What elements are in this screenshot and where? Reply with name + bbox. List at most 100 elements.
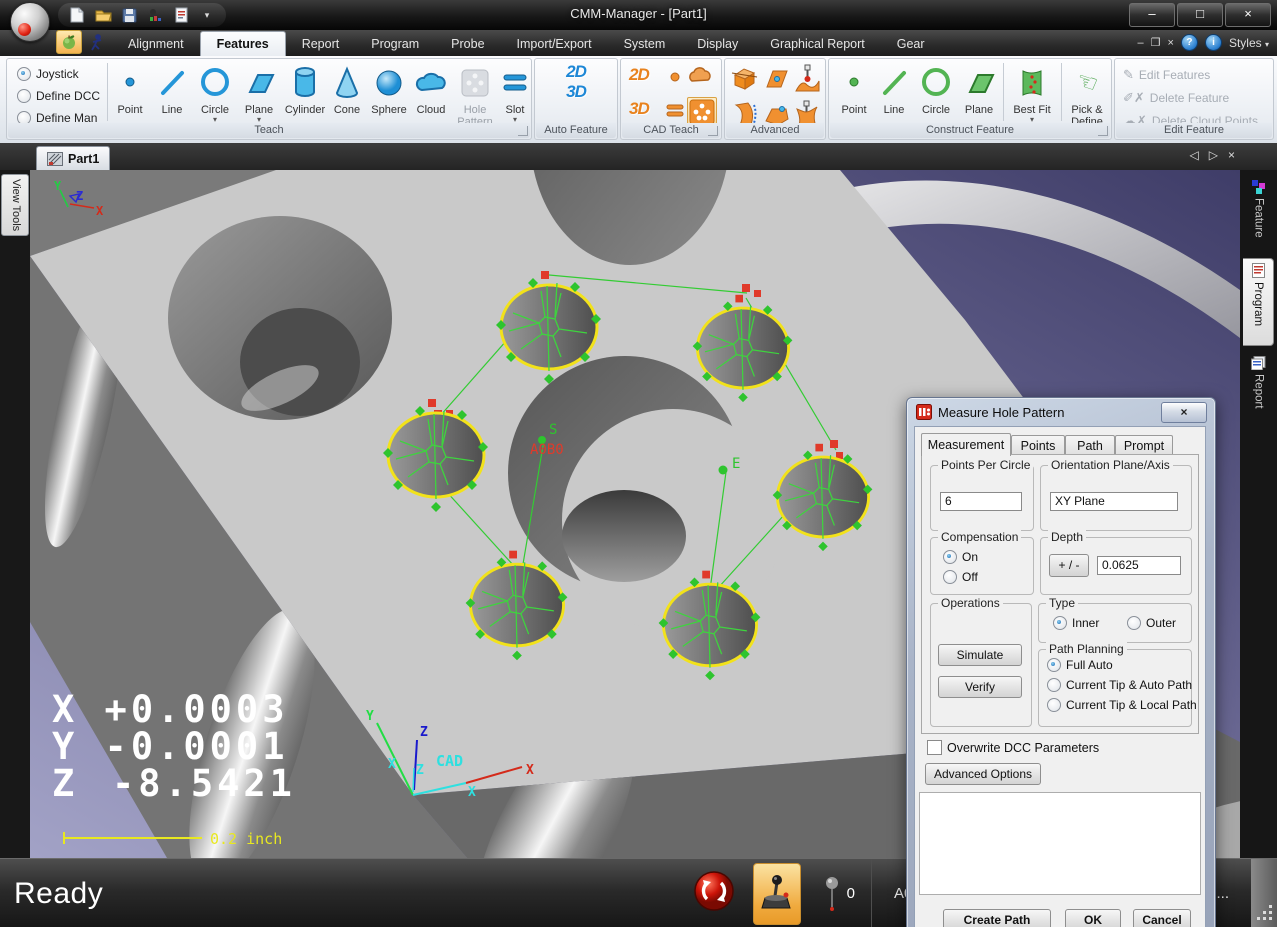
- mode-define-dcc[interactable]: Define DCC: [17, 89, 100, 103]
- resize-grip[interactable]: [1251, 859, 1277, 927]
- construct-dialog-launcher[interactable]: [1098, 126, 1108, 136]
- tab-graphical-report[interactable]: Graphical Report: [754, 32, 881, 56]
- teach-dialog-launcher[interactable]: [518, 126, 528, 136]
- tab-probe[interactable]: Probe: [435, 32, 500, 56]
- construct-best-fit-button[interactable]: Best Fit▾: [1007, 62, 1057, 126]
- cancel-button[interactable]: Cancel: [1133, 909, 1191, 927]
- depth-sign-button[interactable]: + / -: [1049, 554, 1089, 577]
- overwrite-dcc-checkbox[interactable]: [927, 740, 942, 755]
- cad-teach-slot-button[interactable]: [665, 103, 685, 119]
- dialog-tab-points[interactable]: Points: [1011, 435, 1065, 456]
- help-icon[interactable]: ?: [1181, 34, 1198, 51]
- child-close-icon[interactable]: ×: [1168, 37, 1174, 49]
- advanced-probe-surface-button[interactable]: [794, 63, 820, 93]
- tab-system[interactable]: System: [608, 32, 682, 56]
- joystick-radio[interactable]: [17, 67, 31, 81]
- teach-plane-button[interactable]: Plane▾: [239, 62, 279, 126]
- probe-status-button[interactable]: 0: [809, 875, 871, 913]
- cad-teach-cloud-button[interactable]: [685, 65, 715, 85]
- compensation-on-option[interactable]: On: [943, 550, 978, 564]
- child-restore-icon[interactable]: ❐: [1151, 36, 1161, 49]
- mode-joystick[interactable]: Joystick: [17, 67, 79, 81]
- verify-button[interactable]: Verify: [938, 676, 1022, 698]
- side-tab-program[interactable]: Program: [1243, 258, 1274, 346]
- auto-feature-2d-button[interactable]: 2D: [535, 66, 617, 78]
- tab-display[interactable]: Display: [681, 32, 754, 56]
- doc-nav-right-icon[interactable]: ▷: [1209, 148, 1218, 162]
- teach-slot-button[interactable]: Slot▾: [499, 62, 531, 126]
- doc-nav-close-icon[interactable]: ×: [1228, 148, 1235, 162]
- current-tip-local-path-option[interactable]: Current Tip & Local Path: [1047, 698, 1197, 712]
- teach-line-button[interactable]: Line: [153, 62, 191, 126]
- teach-cone-button[interactable]: Cone: [329, 62, 365, 126]
- tab-alignment[interactable]: Alignment: [112, 32, 200, 56]
- edit-features-button[interactable]: ✎Edit Features: [1123, 67, 1210, 83]
- type-outer-option[interactable]: Outer: [1127, 616, 1176, 630]
- cad-teach-2d-button[interactable]: 2D: [629, 65, 649, 85]
- compensation-on-radio[interactable]: [943, 550, 957, 564]
- advanced-offset-plane-button[interactable]: [762, 65, 790, 93]
- full-auto-radio[interactable]: [1047, 658, 1061, 672]
- full-auto-option[interactable]: Full Auto: [1047, 658, 1113, 672]
- construct-point-button[interactable]: Point: [835, 62, 873, 126]
- side-tab-report[interactable]: Report: [1243, 352, 1274, 428]
- delete-feature-button[interactable]: ✐✗Delete Feature: [1123, 90, 1229, 106]
- run-program-button[interactable]: [86, 32, 106, 54]
- teach-point-button[interactable]: Point: [111, 62, 149, 126]
- construct-pick-define-button[interactable]: ☜ Pick & Define▾: [1065, 62, 1109, 126]
- construct-line-button[interactable]: Line: [875, 62, 913, 126]
- child-minimize-icon[interactable]: –: [1138, 37, 1144, 49]
- tab-program[interactable]: Program: [355, 32, 435, 56]
- current-tip-local-path-radio[interactable]: [1047, 698, 1061, 712]
- current-tip-auto-path-radio[interactable]: [1047, 678, 1061, 692]
- info-icon[interactable]: i: [1205, 34, 1222, 51]
- ok-button[interactable]: OK: [1065, 909, 1121, 927]
- apple-shortcut-button[interactable]: [56, 30, 82, 54]
- create-path-button[interactable]: Create Path: [943, 909, 1051, 927]
- tab-report[interactable]: Report: [286, 32, 356, 56]
- type-inner-radio[interactable]: [1053, 616, 1067, 630]
- dialog-tab-measurement[interactable]: Measurement: [921, 433, 1011, 456]
- teach-circle-button[interactable]: Circle▾: [195, 62, 235, 126]
- tab-features[interactable]: Features: [200, 31, 286, 56]
- tab-gear[interactable]: Gear: [881, 32, 941, 56]
- styles-dropdown[interactable]: Styles ▾: [1229, 36, 1269, 50]
- side-tab-feature[interactable]: Feature: [1243, 176, 1274, 252]
- cad-teach-point-button[interactable]: [669, 71, 681, 83]
- construct-plane-button[interactable]: Plane: [959, 62, 999, 126]
- view-tools-tab[interactable]: View Tools: [1, 174, 29, 236]
- current-tip-auto-path-option[interactable]: Current Tip & Auto Path: [1047, 678, 1192, 692]
- teach-cloud-button[interactable]: Cloud: [411, 62, 451, 126]
- auto-feature-3d-button[interactable]: 3D: [535, 86, 617, 98]
- type-outer-radio[interactable]: [1127, 616, 1141, 630]
- joystick-mode-button[interactable]: [753, 863, 801, 925]
- document-tab-part1[interactable]: Part1: [36, 146, 110, 170]
- tab-import-export[interactable]: Import/Export: [501, 32, 608, 56]
- close-button[interactable]: ×: [1225, 3, 1271, 27]
- advanced-cross-section-button[interactable]: [730, 65, 758, 93]
- advanced-options-button[interactable]: Advanced Options: [925, 763, 1041, 785]
- dialog-tab-path[interactable]: Path: [1065, 435, 1115, 456]
- doc-nav-left-icon[interactable]: ◁: [1190, 148, 1199, 162]
- define-dcc-radio[interactable]: [17, 89, 31, 103]
- cad-teach-3d-button[interactable]: 3D: [629, 99, 649, 119]
- compensation-off-option[interactable]: Off: [943, 570, 978, 584]
- simulate-button[interactable]: Simulate: [938, 644, 1022, 666]
- application-menu-button[interactable]: [10, 2, 50, 42]
- type-inner-option[interactable]: Inner: [1053, 616, 1099, 630]
- emergency-stop-button[interactable]: [683, 870, 745, 917]
- overwrite-dcc-row[interactable]: Overwrite DCC Parameters: [927, 740, 1099, 755]
- orientation-input[interactable]: [1050, 492, 1178, 511]
- teach-cylinder-button[interactable]: Cylinder: [281, 62, 329, 126]
- minimize-button[interactable]: –: [1129, 3, 1175, 27]
- depth-input[interactable]: [1097, 556, 1181, 575]
- dialog-tab-prompt[interactable]: Prompt: [1115, 435, 1173, 456]
- cad-teach-dialog-launcher[interactable]: [708, 126, 718, 136]
- teach-hole-pattern-button[interactable]: Hole Pattern: [453, 62, 497, 126]
- construct-circle-button[interactable]: Circle: [915, 62, 957, 126]
- teach-sphere-button[interactable]: Sphere: [367, 62, 411, 126]
- maximize-button[interactable]: □: [1177, 3, 1223, 27]
- dialog-close-button[interactable]: ×: [1161, 402, 1207, 423]
- compensation-off-radio[interactable]: [943, 570, 957, 584]
- points-per-circle-input[interactable]: [940, 492, 1022, 511]
